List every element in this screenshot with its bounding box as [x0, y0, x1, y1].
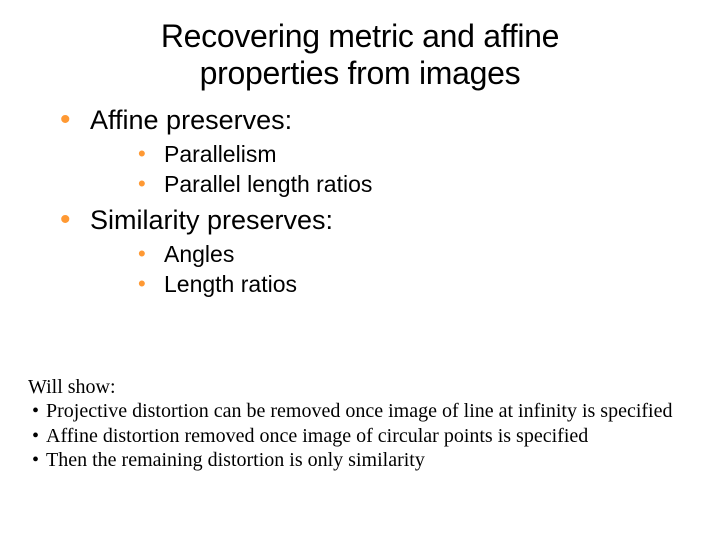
sub-item: Angles [138, 240, 720, 270]
bullet-label: Similarity preserves: [90, 205, 333, 235]
notes-list: Projective distortion can be removed onc… [28, 399, 672, 472]
notes-heading: Will show: [28, 375, 672, 399]
notes-item: Affine distortion removed once image of … [32, 424, 672, 448]
title-line-2: properties from images [200, 55, 521, 91]
notes-block: Will show: Projective distortion can be … [28, 375, 672, 473]
bullet-label: Affine preserves: [90, 105, 292, 135]
notes-item: Projective distortion can be removed onc… [32, 399, 672, 423]
sub-list-affine: Parallelism Parallel length ratios [90, 140, 720, 200]
sub-item: Parallel length ratios [138, 170, 720, 200]
sub-list-similarity: Angles Length ratios [90, 240, 720, 300]
bullet-affine: Affine preserves: Parallelism Parallel l… [60, 102, 720, 200]
sub-item: Parallelism [138, 140, 720, 170]
main-bullet-list: Affine preserves: Parallelism Parallel l… [0, 102, 720, 300]
notes-item: Then the remaining distortion is only si… [32, 448, 672, 472]
sub-item: Length ratios [138, 270, 720, 300]
slide-title: Recovering metric and affine properties … [0, 0, 720, 92]
bullet-similarity: Similarity preserves: Angles Length rati… [60, 202, 720, 300]
title-line-1: Recovering metric and affine [161, 18, 559, 54]
